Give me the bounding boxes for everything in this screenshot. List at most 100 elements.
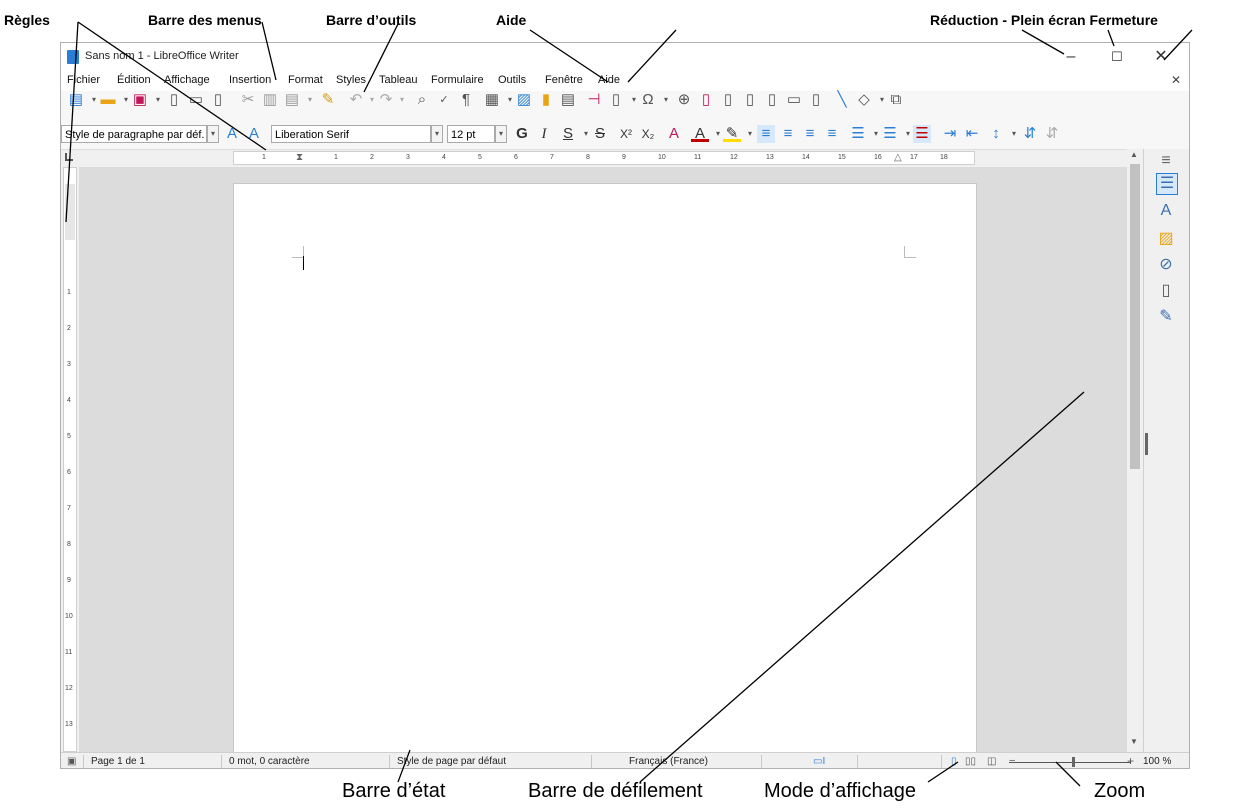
save-icon[interactable]: ▣	[131, 91, 149, 109]
multi-page-view-icon[interactable]: ▯▯	[965, 756, 976, 767]
basic-shapes-icon[interactable]: ◇	[855, 91, 873, 109]
document-close-icon[interactable]: ✕	[1171, 73, 1181, 87]
properties-icon[interactable]: ☰	[1156, 173, 1178, 195]
close-button[interactable]: ✕	[1147, 47, 1175, 67]
styles-icon[interactable]: A	[1156, 201, 1176, 221]
right-indent-marker-icon[interactable]: △	[894, 152, 902, 163]
gallery-icon[interactable]: ▨	[1156, 229, 1176, 249]
highlighting-icon[interactable]: ✎	[723, 125, 741, 142]
align-left-icon[interactable]: ≡	[757, 125, 775, 143]
spelling-icon[interactable]: ✓	[435, 91, 453, 109]
font-name-combo[interactable]: Liberation Serif	[271, 125, 431, 143]
font-size-dropdown-icon[interactable]: ▾	[495, 125, 507, 143]
maximize-button[interactable]: ☐	[1103, 47, 1131, 67]
update-style-icon[interactable]: A	[223, 125, 241, 143]
decrease-indent-icon[interactable]: ⇤	[963, 125, 981, 143]
bold-button[interactable]: G	[513, 125, 531, 143]
menu-insertion[interactable]: Insertion	[229, 74, 271, 86]
insert-textbox-icon[interactable]: ▤	[559, 91, 577, 109]
status-word-count[interactable]: 0 mot, 0 caractère	[229, 756, 310, 767]
menu-styles[interactable]: Styles	[336, 74, 366, 86]
print-icon[interactable]: ▭	[187, 91, 205, 109]
insert-chart-icon[interactable]: ▮	[537, 91, 555, 109]
page-icon[interactable]: ▯	[1156, 281, 1176, 301]
paragraph-style-combo[interactable]: Style de paragraphe par déf.	[61, 125, 207, 143]
paragraph-style-dropdown-icon[interactable]: ▾	[207, 125, 219, 143]
menu-affichage[interactable]: Affichage	[164, 74, 210, 86]
zoom-level[interactable]: 100 %	[1143, 756, 1171, 767]
decrease-paragraph-spacing-icon[interactable]: ⇵	[1043, 125, 1061, 143]
menu-aide[interactable]: Aide	[598, 74, 620, 86]
horizontal-ruler[interactable]: 1 ⧗ 1 2 3 4 5 6 7 8 9 10 11 12 13 14 15 …	[233, 151, 975, 165]
font-color-icon[interactable]: A	[691, 125, 709, 142]
insert-mode-icon[interactable]: ▭I	[813, 756, 825, 767]
sidebar-collapse-handle[interactable]	[1145, 433, 1148, 455]
insert-table-icon[interactable]: ▦	[483, 91, 501, 109]
align-center-icon[interactable]: ≡	[779, 125, 797, 143]
underline-button[interactable]: S	[559, 125, 577, 143]
find-replace-icon[interactable]: ⌕	[413, 91, 431, 109]
font-name-dropdown-icon[interactable]: ▾	[431, 125, 443, 143]
minimize-button[interactable]: –	[1057, 47, 1085, 67]
tab-stop-selector-icon[interactable]	[65, 153, 73, 161]
insert-line-icon[interactable]: ╲	[833, 91, 851, 109]
track-changes-icon[interactable]: ▯	[807, 91, 825, 109]
line-spacing-icon[interactable]: ↕	[987, 125, 1005, 143]
insert-field-icon[interactable]: ▯	[607, 91, 625, 109]
paste-dropdown-icon[interactable]: ▾	[301, 91, 319, 109]
clone-formatting-icon[interactable]: ✎	[319, 91, 337, 109]
scroll-up-icon[interactable]: ▲	[1130, 150, 1138, 159]
copy-icon[interactable]: ▥	[261, 91, 279, 109]
menu-formulaire[interactable]: Formulaire	[431, 74, 484, 86]
book-view-icon[interactable]: ◫	[987, 756, 996, 767]
endnote-icon[interactable]: ▯	[719, 91, 737, 109]
special-character-icon[interactable]: Ω	[639, 91, 657, 109]
redo-dropdown-icon[interactable]: ▾	[393, 91, 411, 109]
superscript-button[interactable]: X²	[617, 125, 635, 143]
zoom-slider-handle[interactable]	[1072, 757, 1075, 767]
new-document-icon[interactable]: ▤	[67, 91, 85, 109]
menu-fichier[interactable]: Fichier	[67, 74, 100, 86]
vertical-ruler[interactable]: 1 2 3 4 5 6 7 8 9 10 11 12 13	[63, 167, 77, 752]
formatting-marks-icon[interactable]: ¶	[457, 91, 475, 109]
single-page-view-icon[interactable]: ▯	[951, 756, 957, 767]
bullets-icon[interactable]: ☰	[849, 125, 867, 143]
manage-changes-icon[interactable]: ✎	[1156, 307, 1176, 327]
font-size-combo[interactable]: 12 pt	[447, 125, 495, 143]
export-pdf-icon[interactable]: ▯	[165, 91, 183, 109]
increase-paragraph-spacing-icon[interactable]: ⇵	[1021, 125, 1039, 143]
hyperlink-icon[interactable]: ⊕	[675, 91, 693, 109]
page-break-icon[interactable]: ⊣	[585, 91, 603, 109]
clear-formatting-icon[interactable]: A	[665, 125, 683, 143]
draw-functions-icon[interactable]: ⧉	[887, 91, 905, 109]
special-char-dropdown-icon[interactable]: ▾	[657, 91, 675, 109]
subscript-button[interactable]: X₂	[639, 125, 657, 143]
footnote-icon[interactable]: ▯	[697, 91, 715, 109]
menu-edition[interactable]: Édition	[117, 74, 151, 86]
status-page-style[interactable]: Style de page par défaut	[397, 756, 506, 767]
status-language[interactable]: Français (France)	[629, 756, 708, 767]
open-folder-icon[interactable]: ▬	[99, 91, 117, 109]
numbering-icon[interactable]: ☰	[881, 125, 899, 143]
cross-reference-icon[interactable]: ▯	[763, 91, 781, 109]
sidebar-menu-icon[interactable]: ≡	[1156, 151, 1176, 171]
status-page[interactable]: Page 1 de 1	[91, 756, 145, 767]
no-list-icon[interactable]: ☰	[913, 125, 931, 143]
paste-icon[interactable]: ▤	[283, 91, 301, 109]
bookmark-icon[interactable]: ▯	[741, 91, 759, 109]
insert-image-icon[interactable]: ▨	[515, 91, 533, 109]
align-right-icon[interactable]: ≡	[801, 125, 819, 143]
new-style-icon[interactable]: A	[245, 125, 263, 143]
zoom-out-icon[interactable]: −	[1009, 756, 1015, 767]
print-preview-icon[interactable]: ▯	[209, 91, 227, 109]
scrollbar-thumb[interactable]	[1130, 164, 1140, 469]
zoom-in-icon[interactable]: +	[1127, 755, 1134, 767]
document-page[interactable]	[233, 183, 977, 768]
navigator-icon[interactable]: ⊘	[1156, 255, 1176, 275]
menu-format[interactable]: Format	[288, 74, 323, 86]
zoom-slider[interactable]	[1009, 762, 1131, 763]
cut-icon[interactable]: ✂	[239, 91, 257, 109]
menu-tableau[interactable]: Tableau	[379, 74, 418, 86]
menu-fenetre[interactable]: Fenêtre	[545, 74, 583, 86]
increase-indent-icon[interactable]: ⇥	[941, 125, 959, 143]
